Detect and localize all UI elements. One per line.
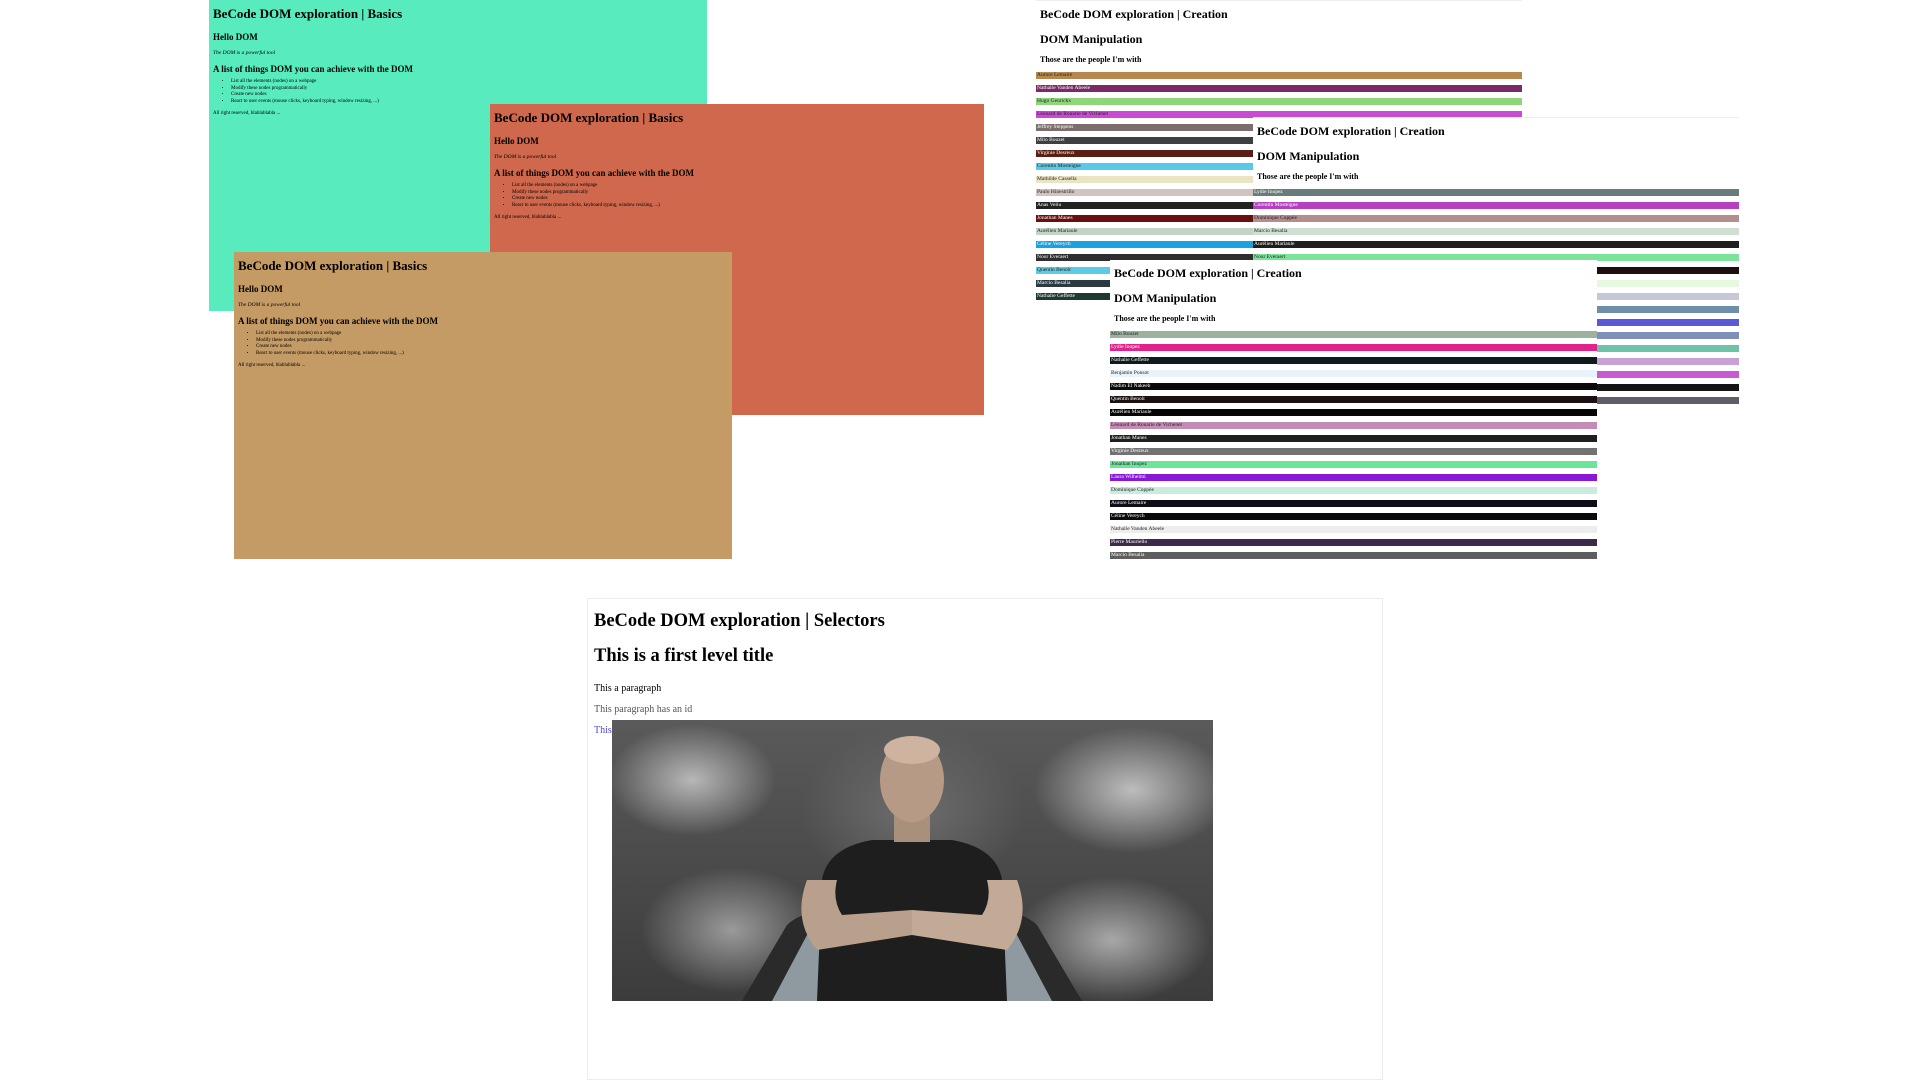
list-heading: A list of things DOM you can achieve wit… (213, 64, 413, 74)
person-row: Céline Vereych (1110, 513, 1597, 520)
person-row: Pierre Mauriello (1110, 539, 1597, 546)
people-heading: Those are the people I'm with (1040, 55, 1142, 64)
hello-heading: Hello DOM (494, 136, 539, 146)
person-row: Jonathan Inopez (1110, 461, 1597, 468)
manipulation-heading: DOM Manipulation (1040, 32, 1143, 46)
person-row: Nadim El Nakeeb (1110, 383, 1597, 390)
page-title: BeCode DOM exploration | Basics (213, 6, 403, 21)
page-title: BeCode DOM exploration | Basics (494, 110, 684, 125)
person-row: Quentin Benoit (1110, 396, 1597, 403)
things-list: List all the elements (nodes) on a webpa… (494, 183, 980, 209)
things-list: List all the elements (nodes) on a webpa… (238, 331, 728, 357)
person-row: Nathalie Vanden Abeele (1036, 85, 1522, 92)
person-row: Léonard de Rouarie de Vichenet (1110, 422, 1597, 429)
page-title: BeCode DOM exploration | Creation (1114, 266, 1302, 280)
person-row: Nathalie Geffette (1110, 357, 1597, 364)
page-title: BeCode DOM exploration | Basics (238, 258, 428, 273)
person-row: Lydie Inopez (1253, 189, 1739, 196)
hello-heading: Hello DOM (213, 32, 258, 42)
people-list: Milo Bouzet Lydie Inopez Nathalie Geffette… (1110, 331, 1597, 560)
person-row: Aurélien Mariaule (1253, 241, 1739, 248)
man-and-car-illustration (742, 736, 1082, 1001)
important-image (612, 720, 1213, 1001)
intro-paragraph: The DOM is a powerful tool (213, 50, 276, 56)
intro-paragraph: The DOM is a powerful tool (494, 154, 557, 160)
first-level-title: This is a first level title (594, 646, 774, 666)
paragraph-with-id: This paragraph has an id (594, 704, 693, 715)
person-row: Lydie Inopez (1110, 344, 1597, 351)
person-row: Aurore Lemaire (1110, 500, 1597, 507)
selectors-window: BeCode DOM exploration | Selectors This … (587, 598, 1383, 1080)
creation-window-3: BeCode DOM exploration | Creation DOM Ma… (1110, 260, 1597, 560)
person-row: Laura Wilhelmi (1110, 474, 1597, 481)
person-row: Marcio Besalia (1253, 228, 1739, 235)
person-row: Benjamin Ponsot (1110, 370, 1597, 377)
manipulation-heading: DOM Manipulation (1257, 149, 1360, 163)
list-item: React to user events (mouse clicks, keyb… (256, 351, 728, 358)
person-row: Aurélien Mariaule (1110, 409, 1597, 416)
intro-paragraph: The DOM is a powerful tool (238, 302, 301, 308)
footer-text: All right reserved, blablablabla ... (494, 215, 562, 220)
things-list: List all the elements (nodes) on a webpa… (213, 79, 703, 105)
person-row: Aurore Lemaire (1036, 72, 1522, 79)
person-row: Corentin Mosteigne (1253, 202, 1739, 209)
footer-text: All right reserved, blablablabla ... (238, 363, 306, 368)
basics-window-tan: BeCode DOM exploration | Basics Hello DO… (234, 252, 732, 559)
list-heading: A list of things DOM you can achieve wit… (238, 316, 438, 326)
person-row: Nathalie Vanden Abeele (1110, 526, 1597, 533)
head-highlight-shape (884, 736, 940, 764)
page-title: BeCode DOM exploration | Creation (1040, 7, 1228, 21)
list-heading: A list of things DOM you can achieve wit… (494, 168, 694, 178)
person-row: Dominique Coppée (1110, 487, 1597, 494)
people-heading: Those are the people I'm with (1257, 172, 1359, 181)
page-title: BeCode DOM exploration | Selectors (594, 611, 885, 631)
person-row: Jonathan Manes (1110, 435, 1597, 442)
page-title: BeCode DOM exploration | Creation (1257, 124, 1445, 138)
list-item: React to user events (mouse clicks, keyb… (512, 203, 980, 210)
hello-heading: Hello DOM (238, 284, 283, 294)
person-row: Marcio Besalia (1110, 552, 1597, 559)
people-heading: Those are the people I'm with (1114, 314, 1216, 323)
person-row: Virginie Desreux (1110, 448, 1597, 455)
paragraph: This a paragraph (594, 683, 662, 694)
manipulation-heading: DOM Manipulation (1114, 291, 1217, 305)
person-row: Hugo Geurickx (1036, 98, 1522, 105)
person-row: Milo Bouzet (1110, 331, 1597, 338)
person-row: Dominique Coppée (1253, 215, 1739, 222)
